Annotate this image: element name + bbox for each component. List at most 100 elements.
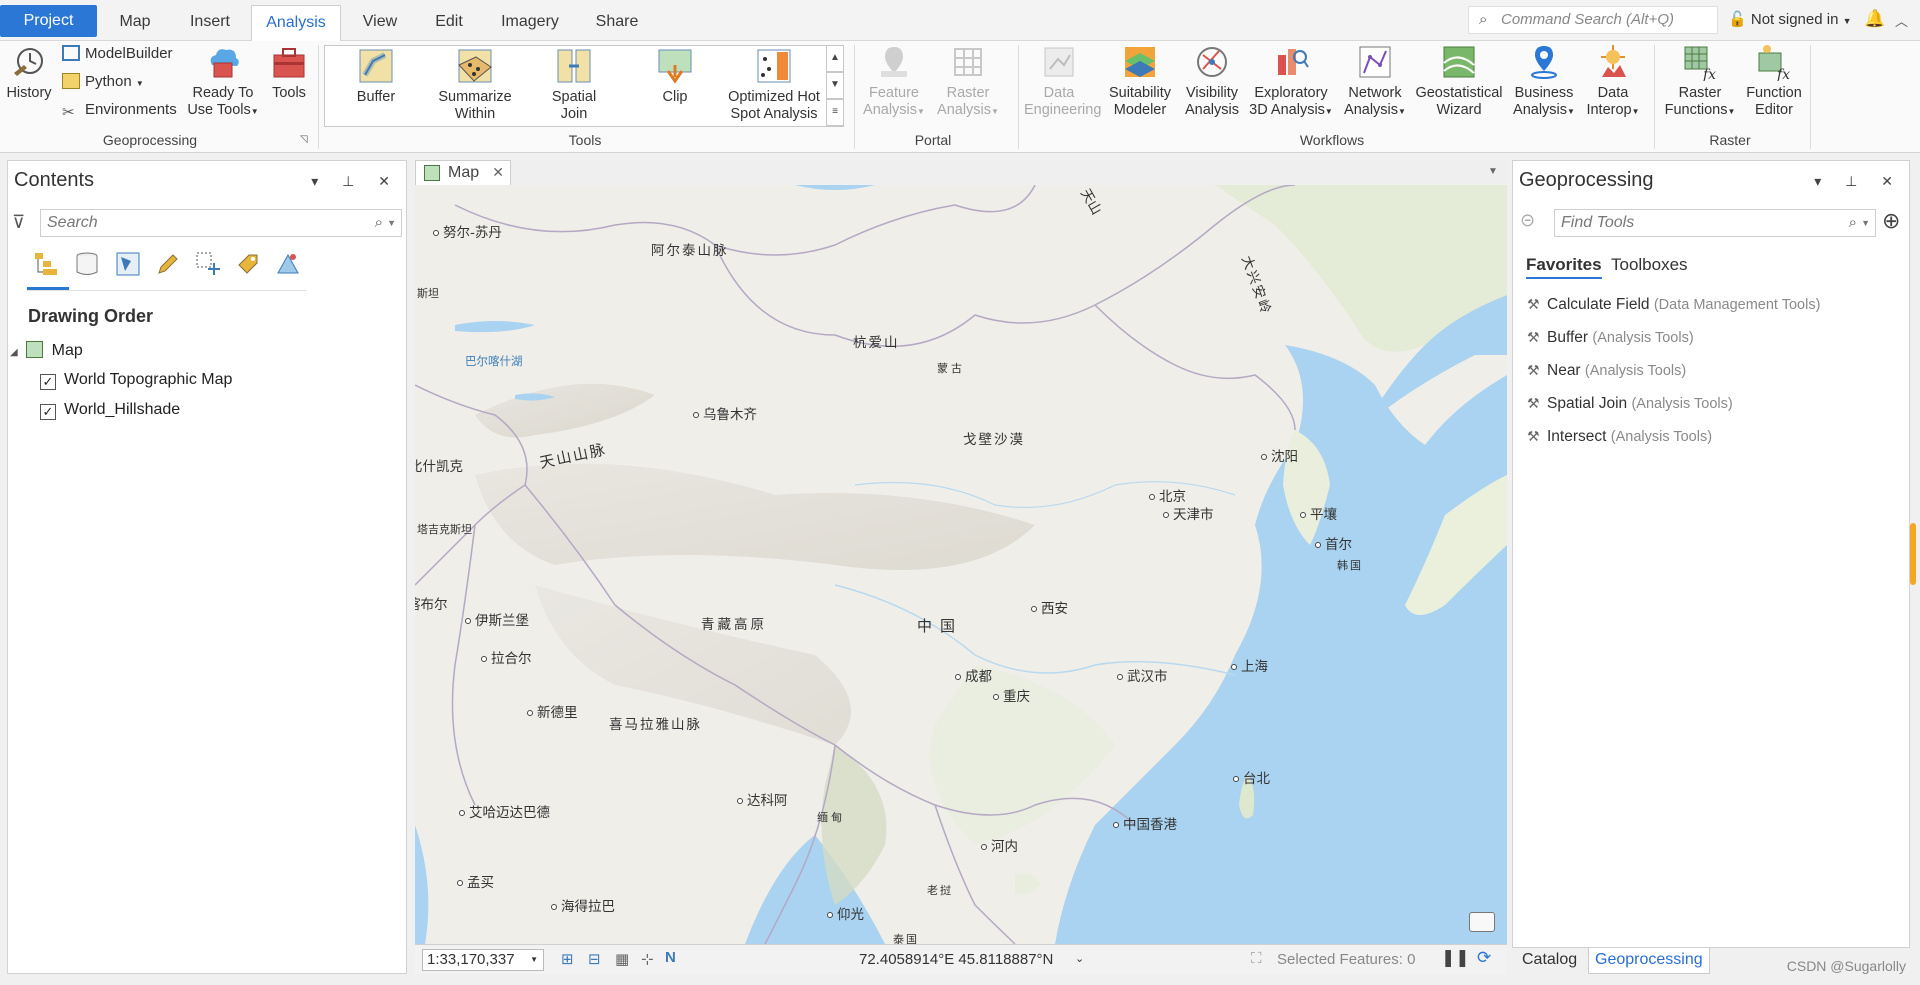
filter-icon[interactable]: ⊽ xyxy=(12,212,25,233)
gallery-expand-button[interactable]: ≡ xyxy=(826,99,844,126)
favorite-tool-item[interactable]: ⚒ Near (Analysis Tools) xyxy=(1527,362,1686,380)
tab-toolboxes[interactable]: Toolboxes xyxy=(1611,255,1688,275)
dialog-launcher-icon[interactable]: ◹ xyxy=(300,134,308,145)
ready-to-use-label-2: Use Tools xyxy=(187,102,251,118)
gallery-clip-tool[interactable]: Clip xyxy=(644,47,706,106)
workflow-label: Interop xyxy=(1586,102,1632,118)
network-analysis-button[interactable]: Network Analysis▼ xyxy=(1340,43,1410,120)
python-button[interactable]: Python ▼ xyxy=(62,73,144,90)
gallery-scroll-down-button[interactable]: ▼ xyxy=(826,72,844,99)
list-by-data-source-icon[interactable] xyxy=(74,251,100,277)
tab-imagery[interactable]: Imagery xyxy=(498,5,562,41)
function-editor-button[interactable]: fx Function Editor xyxy=(1742,43,1806,119)
command-search-input[interactable]: ⌕ Command Search (Alt+Q) xyxy=(1468,6,1718,34)
notification-bell-icon[interactable]: 🔔 xyxy=(1864,9,1885,29)
list-by-labeling-icon[interactable] xyxy=(235,251,261,277)
tools-button[interactable]: Tools xyxy=(268,43,310,102)
map-label: 拉合尔 xyxy=(481,647,532,667)
raster-functions-button[interactable]: fx Raster Functions▼ xyxy=(1660,43,1740,120)
map-canvas[interactable]: 努尔-苏丹 阿尔泰山脉 斯坦 巴尔喀什湖 杭爱山 蒙古 乌鲁木齐 天山山脉 戈壁… xyxy=(415,185,1507,944)
scale-selector[interactable]: 1:33,170,337 ▼ xyxy=(422,949,544,971)
favorite-tool-item[interactable]: ⚒ Calculate Field (Data Management Tools) xyxy=(1527,296,1820,314)
gallery-summarize-within-tool[interactable]: Summarize Within xyxy=(436,47,514,123)
data-engineering-button[interactable]: Data Engineering xyxy=(1024,43,1101,119)
place-name: 努尔-苏丹 xyxy=(443,225,502,241)
chevron-down-icon[interactable]: ⌄ xyxy=(1075,952,1084,965)
window-scrollbar-thumb[interactable] xyxy=(1910,523,1916,585)
tab-edit[interactable]: Edit xyxy=(433,5,465,41)
place-name: 艾哈迈达巴德 xyxy=(469,805,550,821)
tab-share[interactable]: Share xyxy=(595,5,639,41)
favorite-tool-item[interactable]: ⚒ Intersect (Analysis Tools) xyxy=(1527,428,1712,446)
north-arrow-icon[interactable]: N xyxy=(665,949,676,966)
list-by-drawing-order-icon[interactable] xyxy=(33,251,59,277)
map-view-tab[interactable]: Map ✕ xyxy=(415,160,511,185)
city-dot xyxy=(1117,674,1123,680)
list-by-snapping-icon[interactable] xyxy=(195,251,221,277)
city-dot xyxy=(693,412,699,418)
contents-search-placeholder: Search xyxy=(47,214,98,231)
status-tool-icon[interactable]: ⊞ xyxy=(561,950,574,968)
toc-map-node[interactable]: ◢ Map xyxy=(10,341,83,360)
refresh-icon[interactable]: ⟳ xyxy=(1477,948,1491,968)
list-by-editing-icon[interactable] xyxy=(155,251,181,277)
map-icon xyxy=(26,341,44,358)
favorite-tool-item[interactable]: ⚒ Spatial Join (Analysis Tools) xyxy=(1527,395,1733,413)
selected-features-count[interactable]: Selected Features: 0 xyxy=(1277,951,1415,968)
account-button[interactable]: 🔓 Not signed in ▼ xyxy=(1728,10,1852,28)
pause-drawing-icon[interactable]: ❚❚ xyxy=(1441,948,1470,968)
exploratory-3d-analysis-button[interactable]: Exploratory 3D Analysis▼ xyxy=(1246,43,1336,120)
raster-analysis-button[interactable]: Raster Analysis▼ xyxy=(936,43,1000,120)
tab-favorites[interactable]: Favorites xyxy=(1526,255,1602,279)
view-dropdown-icon[interactable]: ▼ xyxy=(1488,166,1498,177)
toc-layer-world-topographic-map[interactable]: ✓ World Topographic Map xyxy=(40,371,232,390)
collapse-ribbon-icon[interactable]: ︿ xyxy=(1895,11,1908,30)
tab-insert[interactable]: Insert xyxy=(186,5,234,41)
ready-to-use-tools-button[interactable]: Ready To Use Tools▼ xyxy=(184,43,262,120)
contents-search-input[interactable]: Search ⌕ ▼ xyxy=(40,209,402,237)
environments-button[interactable]: ✂ Environments xyxy=(62,101,177,121)
data-interop-button[interactable]: Data Interop▼ xyxy=(1580,43,1646,120)
snapping-icon[interactable]: ⊹ xyxy=(641,950,654,968)
feature-analysis-button[interactable]: Feature Analysis▼ xyxy=(862,43,926,120)
business-analysis-button[interactable]: Business Analysis▼ xyxy=(1510,43,1578,120)
tab-catalog[interactable]: Catalog xyxy=(1516,948,1583,974)
workflow-label: Business xyxy=(1514,85,1574,101)
layer-visibility-checkbox[interactable]: ✓ xyxy=(40,404,56,420)
gallery-spatial-join-tool[interactable]: Spatial Join xyxy=(543,47,605,123)
tab-map[interactable]: Map xyxy=(112,5,158,41)
toc-layer-world-hillshade[interactable]: ✓ World_Hillshade xyxy=(40,401,180,420)
close-icon[interactable]: ✕ xyxy=(492,161,504,184)
tab-view[interactable]: View xyxy=(360,5,400,41)
expand-triangle-icon[interactable]: ◢ xyxy=(10,347,18,358)
status-tool-icon[interactable]: ⊟ xyxy=(588,950,601,968)
coordinate-readout[interactable]: 72.4058914°E 45.8118887°N xyxy=(859,951,1053,968)
map-label: 艾哈迈达巴德 xyxy=(459,801,550,821)
list-by-perspective-imagery-icon[interactable] xyxy=(275,251,301,277)
tab-analysis[interactable]: Analysis xyxy=(251,5,341,42)
group-label-tools: Tools xyxy=(568,132,602,148)
list-by-selection-icon[interactable] xyxy=(115,251,141,277)
modelbuilder-button[interactable]: ModelBuilder xyxy=(62,45,173,62)
favorite-tool-item[interactable]: ⚒ Buffer (Analysis Tools) xyxy=(1527,329,1694,347)
map-overview-toggle-icon[interactable] xyxy=(1469,912,1495,932)
place-name: 乌鲁木齐 xyxy=(703,407,757,423)
visibility-analysis-button[interactable]: Visibility Analysis xyxy=(1180,43,1244,119)
suitability-modeler-button[interactable]: Suitability Modeler xyxy=(1104,43,1176,119)
pane-controls[interactable]: ▾ ⊥ ✕ xyxy=(1814,173,1903,190)
gallery-buffer-tool[interactable]: Buffer xyxy=(345,47,407,106)
history-button[interactable]: History xyxy=(4,43,54,102)
find-tools-input[interactable]: Find Tools ⌕ ▼ xyxy=(1554,209,1876,237)
gallery-optimized-hot-spot-tool[interactable]: Optimized Hot Spot Analysis xyxy=(726,47,822,123)
tool-toolbox: (Analysis Tools) xyxy=(1631,396,1733,412)
pane-controls[interactable]: ▾ ⊥ ✕ xyxy=(311,173,400,190)
add-icon[interactable]: ⊕ xyxy=(1882,208,1900,234)
layer-visibility-checkbox[interactable]: ✓ xyxy=(40,374,56,390)
tab-project[interactable]: Project xyxy=(0,5,97,37)
city-dot xyxy=(981,844,987,850)
geostatistical-wizard-button[interactable]: Geostatistical Wizard xyxy=(1412,43,1506,119)
tab-geoprocessing[interactable]: Geoprocessing xyxy=(1588,948,1710,974)
back-arrow-icon[interactable]: ⊝ xyxy=(1520,210,1535,231)
gallery-scroll-up-button[interactable]: ▲ xyxy=(826,45,844,72)
grid-icon[interactable]: ▦ xyxy=(615,950,629,968)
